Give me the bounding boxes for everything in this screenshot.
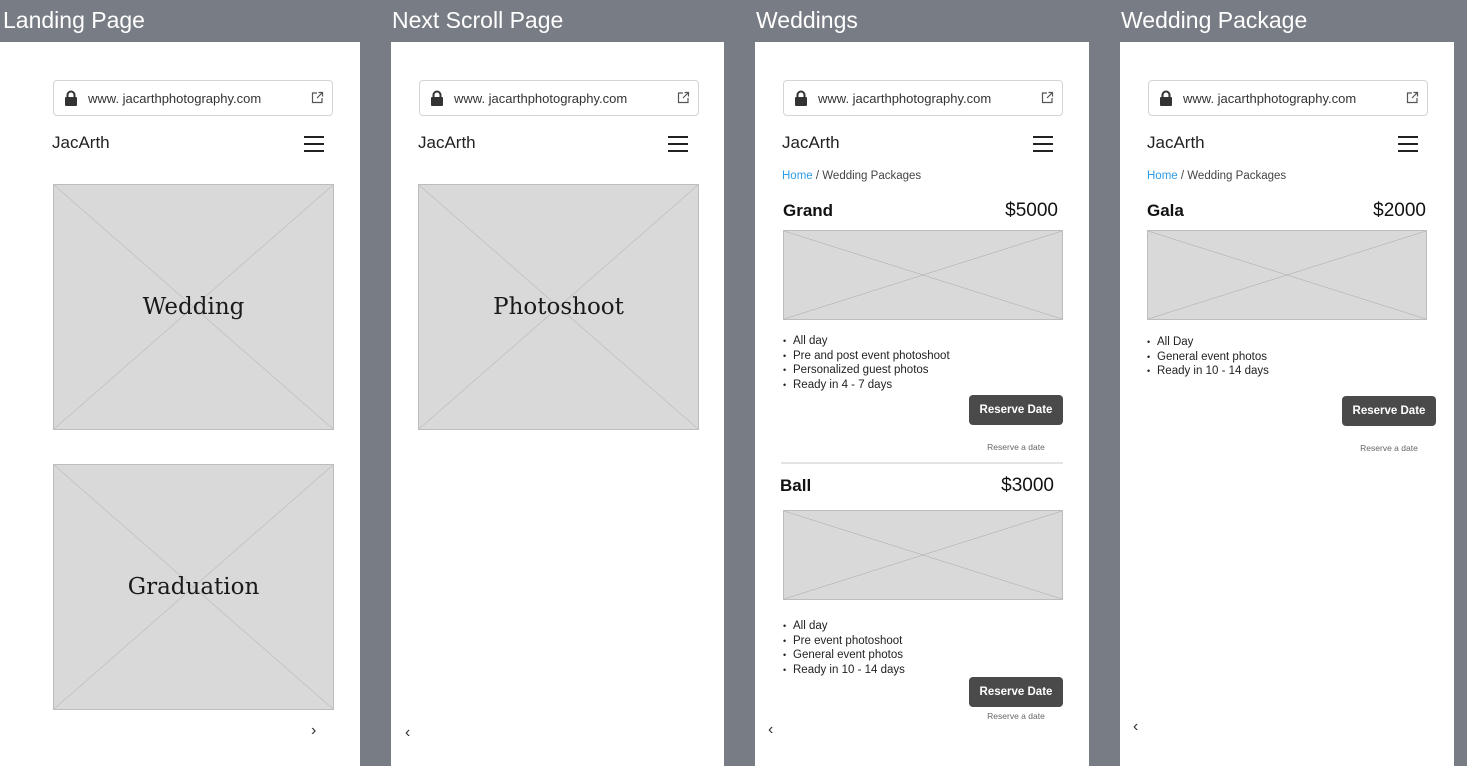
- url-bar[interactable]: www. jacarthphotography.com: [53, 80, 333, 116]
- package-features: All day Pre event photoshoot General eve…: [783, 619, 905, 677]
- list-item: Ready in 4 - 7 days: [783, 378, 950, 393]
- package-image-placeholder: [1147, 230, 1427, 320]
- wedding-package-screen: www. jacarthphotography.com JacArth Home…: [1120, 42, 1454, 766]
- url-bar[interactable]: www. jacarthphotography.com: [783, 80, 1063, 116]
- image-placeholder-icon: [784, 511, 1062, 599]
- frame-gap-1: [360, 42, 391, 766]
- external-link-icon[interactable]: [677, 91, 690, 109]
- list-item: Pre and post event photoshoot: [783, 349, 950, 364]
- url-text: www. jacarthphotography.com: [88, 91, 262, 106]
- frame-gap-2: [724, 42, 755, 766]
- list-item: All day: [783, 334, 950, 349]
- package-features: All Day General event photos Ready in 10…: [1147, 335, 1269, 379]
- package-price: $3000: [1001, 475, 1054, 496]
- package-divider: [781, 462, 1063, 464]
- graduation-category-card[interactable]: Graduation: [53, 464, 334, 710]
- lock-icon: [794, 90, 808, 111]
- list-item: Personalized guest photos: [783, 363, 950, 378]
- external-link-icon[interactable]: [1406, 91, 1419, 109]
- hamburger-menu-icon[interactable]: [1398, 136, 1418, 152]
- brand-logo[interactable]: JacArth: [1147, 133, 1205, 153]
- image-placeholder-icon: [1148, 231, 1426, 319]
- hamburger-menu-icon[interactable]: [1033, 136, 1053, 152]
- weddings-screen: www. jacarthphotography.com JacArth Home…: [755, 42, 1089, 766]
- breadcrumb-home-link[interactable]: Home: [782, 170, 813, 182]
- list-item: Pre event photoshoot: [783, 634, 905, 649]
- frame-title-landing: Landing Page: [3, 7, 145, 33]
- breadcrumb-current: / Wedding Packages: [812, 170, 922, 182]
- external-link-icon[interactable]: [311, 91, 324, 109]
- reserve-date-button[interactable]: Reserve Date: [1342, 396, 1436, 426]
- breadcrumb: Home / Wedding Packages: [1147, 170, 1286, 182]
- image-placeholder-icon: [784, 231, 1062, 319]
- breadcrumb-current: / Wedding Packages: [1177, 170, 1287, 182]
- lock-icon: [430, 90, 444, 111]
- url-text: www. jacarthphotography.com: [818, 91, 992, 106]
- wireframe-board: Landing Page Next Scroll Page Weddings W…: [0, 0, 1477, 782]
- photoshoot-category-card[interactable]: Photoshoot: [418, 184, 699, 430]
- package-name: Grand: [783, 201, 834, 220]
- back-arrow-icon[interactable]: ‹: [1133, 719, 1138, 735]
- wedding-category-card[interactable]: Wedding: [53, 184, 334, 430]
- url-bar[interactable]: www. jacarthphotography.com: [419, 80, 699, 116]
- frame-title-wedding-package: Wedding Package: [1121, 7, 1308, 33]
- list-item: All Day: [1147, 335, 1269, 350]
- reserve-date-button[interactable]: Reserve Date: [969, 677, 1063, 707]
- package-features: All day Pre and post event photoshoot Pe…: [783, 334, 950, 392]
- card-label: Wedding: [142, 294, 245, 320]
- brand-logo[interactable]: JacArth: [52, 133, 110, 153]
- reserve-date-button[interactable]: Reserve Date: [969, 395, 1063, 425]
- frame-title-weddings: Weddings: [756, 7, 858, 33]
- list-item: Ready in 10 - 14 days: [1147, 364, 1269, 379]
- breadcrumb: Home / Wedding Packages: [782, 170, 921, 182]
- reserve-date-caption: Reserve a date: [987, 711, 1045, 721]
- package-price: $2000: [1373, 200, 1426, 221]
- package-price: $5000: [1005, 200, 1058, 221]
- reserve-date-caption: Reserve a date: [1360, 443, 1418, 453]
- brand-logo[interactable]: JacArth: [782, 133, 840, 153]
- frame-gap-3: [1089, 42, 1120, 766]
- next-arrow-icon[interactable]: ›: [311, 723, 316, 739]
- card-label: Graduation: [127, 574, 260, 600]
- back-arrow-icon[interactable]: ‹: [768, 722, 773, 738]
- hamburger-menu-icon[interactable]: [668, 136, 688, 152]
- package-name: Gala: [1147, 201, 1184, 220]
- next-scroll-page-screen: www. jacarthphotography.com JacArth Phot…: [391, 42, 724, 766]
- lock-icon: [1159, 90, 1173, 111]
- list-item: General event photos: [1147, 350, 1269, 365]
- package-image-placeholder: [783, 510, 1063, 600]
- list-item: Ready in 10 - 14 days: [783, 663, 905, 678]
- card-label: Photoshoot: [493, 294, 624, 320]
- list-item: All day: [783, 619, 905, 634]
- external-link-icon[interactable]: [1041, 91, 1054, 109]
- breadcrumb-home-link[interactable]: Home: [1147, 170, 1178, 182]
- hamburger-menu-icon[interactable]: [304, 136, 324, 152]
- brand-logo[interactable]: JacArth: [418, 133, 476, 153]
- url-text: www. jacarthphotography.com: [1183, 91, 1357, 106]
- package-image-placeholder: [783, 230, 1063, 320]
- frame-gap-right: [1454, 42, 1467, 766]
- list-item: General event photos: [783, 648, 905, 663]
- url-bar[interactable]: www. jacarthphotography.com: [1148, 80, 1428, 116]
- lock-icon: [64, 90, 78, 111]
- reserve-date-caption: Reserve a date: [987, 442, 1045, 452]
- back-arrow-icon[interactable]: ‹: [405, 725, 410, 741]
- landing-page-screen: www. jacarthphotography.com JacArth Wedd…: [25, 42, 360, 766]
- frame-title-next-scroll: Next Scroll Page: [392, 7, 564, 33]
- url-text: www. jacarthphotography.com: [454, 91, 628, 106]
- package-name: Ball: [780, 476, 812, 495]
